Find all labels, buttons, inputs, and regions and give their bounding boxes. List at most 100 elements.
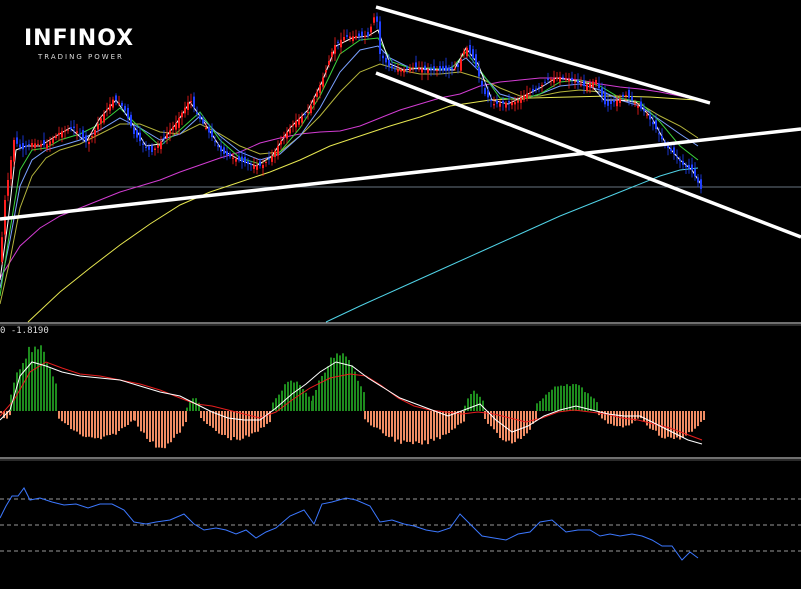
ma-cyan-line bbox=[325, 167, 699, 323]
candle-body bbox=[481, 81, 483, 87]
macd-bar bbox=[379, 411, 381, 430]
candle-body bbox=[238, 156, 240, 161]
candle-body bbox=[586, 84, 588, 91]
candle-body bbox=[592, 81, 594, 88]
macd-bar bbox=[439, 411, 441, 440]
macd-bar bbox=[186, 407, 188, 411]
candle-body bbox=[97, 124, 99, 130]
macd-bar bbox=[373, 411, 375, 428]
candle-body bbox=[415, 62, 417, 68]
macd-bar bbox=[161, 411, 163, 448]
candle-body bbox=[523, 95, 525, 100]
candle-body bbox=[643, 109, 645, 112]
ma-fast-line bbox=[0, 29, 703, 281]
macd-bar bbox=[152, 411, 154, 442]
candle-body bbox=[7, 180, 9, 196]
candle-body bbox=[358, 33, 360, 36]
candle-body bbox=[343, 37, 345, 41]
macd-bar bbox=[548, 392, 550, 411]
candle-body bbox=[505, 102, 507, 108]
candle-body bbox=[100, 118, 102, 124]
candle-body bbox=[202, 119, 204, 124]
candle-body bbox=[520, 98, 522, 103]
macd-bar bbox=[236, 411, 238, 440]
candle-body bbox=[139, 132, 141, 142]
macd-value-label: 0 -1.8190 bbox=[0, 326, 49, 336]
candle-body bbox=[382, 55, 384, 59]
macd-bar bbox=[539, 401, 541, 411]
macd-bar bbox=[221, 411, 223, 435]
macd-bar bbox=[52, 376, 54, 411]
candle-body bbox=[544, 81, 546, 83]
macd-bar bbox=[610, 411, 612, 424]
candle-body bbox=[205, 128, 207, 129]
candle-body bbox=[148, 146, 150, 150]
macd-bar bbox=[315, 390, 317, 411]
candle-body bbox=[241, 156, 243, 162]
candle-body bbox=[517, 100, 519, 103]
candle-body bbox=[88, 142, 90, 145]
candle-body bbox=[439, 66, 441, 71]
candle-body bbox=[646, 114, 648, 116]
candle-body bbox=[304, 113, 306, 115]
candle-body bbox=[514, 102, 516, 105]
candle-body bbox=[349, 36, 351, 39]
macd-bar bbox=[134, 411, 136, 421]
candle-body bbox=[526, 93, 528, 99]
macd-bar bbox=[463, 411, 465, 422]
candle-body bbox=[442, 66, 444, 71]
macd-bar bbox=[691, 411, 693, 432]
macd-bar bbox=[473, 390, 475, 411]
candle-body bbox=[217, 145, 219, 147]
candle-body bbox=[295, 121, 297, 128]
candle-body bbox=[532, 88, 534, 92]
candle-body bbox=[529, 92, 531, 94]
candle-body bbox=[316, 92, 318, 97]
macd-bar bbox=[263, 411, 265, 428]
macd-bar bbox=[176, 411, 178, 434]
macd-bar bbox=[536, 403, 538, 411]
candle-body bbox=[508, 101, 510, 103]
candle-body bbox=[340, 39, 342, 48]
candle-body bbox=[22, 143, 24, 150]
candle-body bbox=[286, 132, 288, 139]
candle-body bbox=[79, 133, 81, 135]
macd-bar bbox=[351, 365, 353, 411]
candle-body bbox=[166, 134, 168, 138]
candle-body bbox=[649, 114, 651, 120]
candle-body bbox=[313, 98, 315, 105]
candle-body bbox=[631, 96, 633, 101]
candle-body bbox=[25, 145, 27, 148]
candle-body bbox=[679, 159, 681, 161]
candle-body bbox=[565, 78, 567, 80]
macd-bar bbox=[0, 411, 2, 414]
candle-body bbox=[259, 161, 261, 166]
candle-body bbox=[292, 124, 294, 126]
macd-bar bbox=[137, 411, 139, 427]
candle-body bbox=[400, 69, 402, 72]
macd-bar bbox=[382, 411, 384, 434]
candle-body bbox=[394, 68, 396, 70]
macd-bar bbox=[16, 372, 18, 411]
candle-body bbox=[82, 130, 84, 139]
candle-body bbox=[502, 100, 504, 104]
candle-body bbox=[361, 31, 363, 36]
candle-body bbox=[199, 115, 201, 119]
candle-body bbox=[121, 102, 123, 106]
macd-bar bbox=[339, 355, 341, 411]
macd-bar bbox=[333, 357, 335, 411]
candle-body bbox=[244, 156, 246, 163]
candle-body bbox=[580, 84, 582, 86]
candle-body bbox=[625, 95, 627, 96]
candle-body bbox=[367, 31, 369, 36]
candle-body bbox=[457, 64, 459, 67]
candle-body bbox=[16, 137, 18, 144]
macd-bar bbox=[523, 411, 525, 436]
candle-body bbox=[571, 77, 573, 80]
macd-bar bbox=[554, 386, 556, 411]
macd-bar bbox=[646, 411, 648, 426]
candle-body bbox=[175, 123, 177, 130]
candle-body bbox=[136, 130, 138, 138]
macd-bar bbox=[409, 411, 411, 442]
macd-bar bbox=[670, 411, 672, 438]
